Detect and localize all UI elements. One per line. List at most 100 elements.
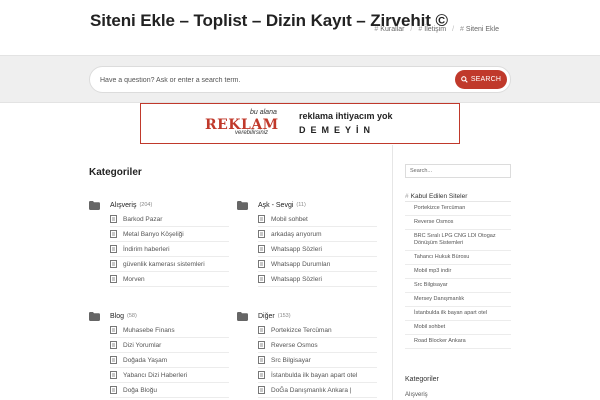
search-button-label: SEARCH bbox=[470, 76, 502, 83]
category-alisveris: Alışveriş (204) Barkod Pazar Metal Banyo… bbox=[89, 198, 229, 287]
list-item[interactable]: Whatsapp Sözleri bbox=[258, 242, 377, 257]
list-item[interactable]: Doğa Bloğu bbox=[110, 383, 229, 398]
accepted-site-item[interactable]: BRC Sıralı LPG CNG LDI Otogaz Dönüşüm Si… bbox=[405, 230, 511, 251]
nav-item-iletisim[interactable]: # İletişim bbox=[412, 26, 452, 33]
list-item[interactable]: Portekizce Tercüman bbox=[258, 323, 377, 338]
banner-left: bu alana REKLAM verebilirsiniz bbox=[205, 109, 295, 139]
folder-icon bbox=[89, 200, 100, 210]
category-count: (11) bbox=[296, 202, 306, 208]
accepted-site-item[interactable]: Tahancı Hukuk Bürosu bbox=[405, 251, 511, 265]
accepted-site-item[interactable]: Src Bilgisayar bbox=[405, 279, 511, 293]
list-item-label: Metal Banyo Köşeliği bbox=[123, 230, 184, 238]
document-icon bbox=[258, 371, 265, 379]
accepted-site-item[interactable]: Reverse Osmos bbox=[405, 216, 511, 230]
category-diger: Diğer (153) Portekizce Tercüman Reverse … bbox=[237, 309, 377, 398]
sidebar-accepted-title: # Kabul Edilen Siteler bbox=[405, 193, 467, 200]
list-item[interactable]: DoĞa Danışmanlık Ankara | bbox=[258, 383, 377, 398]
category-ask-sevgi: Aşk - Sevgi (11) Mobil sohbet arkadaş ar… bbox=[237, 198, 377, 287]
category-list: Mobil sohbet arkadaş arıyorum Whatsapp S… bbox=[258, 212, 377, 287]
list-item[interactable]: Mobil sohbet bbox=[258, 212, 377, 227]
list-item-label: Yabancı Dizi Haberleri bbox=[123, 371, 188, 379]
sidebar-accepted-title-label: Kabul Edilen Siteler bbox=[410, 193, 468, 200]
list-item-label: Doğada Yaşam bbox=[123, 356, 168, 364]
list-item[interactable]: Whatsapp Sözleri bbox=[258, 272, 377, 287]
list-item[interactable]: İstanbulda ilk bayan apart otel bbox=[258, 368, 377, 383]
document-icon bbox=[258, 230, 265, 238]
category-name: Aşk - Sevgi bbox=[258, 201, 294, 209]
category-head[interactable]: Alışveriş (204) bbox=[89, 198, 229, 212]
list-item[interactable]: Yabancı Dizi Haberleri bbox=[110, 368, 229, 383]
list-item[interactable]: Barkod Pazar bbox=[110, 212, 229, 227]
site-header: Siteni Ekle – Toplist – Dizin Kayıt – Zi… bbox=[0, 0, 600, 55]
document-icon bbox=[258, 386, 265, 394]
list-item-label: Doğa Bloğu bbox=[123, 386, 157, 394]
sidebar-category-item[interactable]: Alışveriş bbox=[405, 392, 428, 398]
nav-hash-icon: # bbox=[418, 26, 423, 33]
document-icon bbox=[258, 341, 265, 349]
category-name: Alışveriş bbox=[110, 201, 137, 209]
list-item[interactable]: arkadaş arıyorum bbox=[258, 227, 377, 242]
sidebar-divider bbox=[392, 145, 393, 400]
list-item[interactable]: Reverse Osmos bbox=[258, 338, 377, 353]
list-item-label: Morven bbox=[123, 275, 145, 283]
list-item-label: Portekizce Tercüman bbox=[271, 326, 332, 334]
category-list: Portekizce Tercüman Reverse Osmos Src Bi… bbox=[258, 323, 377, 398]
category-count: (204) bbox=[139, 202, 153, 208]
document-icon bbox=[110, 275, 117, 283]
list-item[interactable]: İndirim haberleri bbox=[110, 242, 229, 257]
category-count: (153) bbox=[277, 313, 291, 319]
list-item-label: Reverse Osmos bbox=[271, 341, 318, 349]
category-head[interactable]: Aşk - Sevgi (11) bbox=[237, 198, 377, 212]
document-icon bbox=[110, 215, 117, 223]
category-name: Blog bbox=[110, 312, 125, 320]
list-item-label: DoĞa Danışmanlık Ankara | bbox=[271, 386, 352, 394]
banner-right-line1: reklama ihtiyacım yok bbox=[299, 111, 393, 121]
accepted-site-item[interactable]: Mobil mp3 indir bbox=[405, 265, 511, 279]
list-item-label: Src Bilgisayar bbox=[271, 356, 311, 364]
accepted-site-item[interactable]: Road Blocker Ankara bbox=[405, 335, 511, 349]
list-item[interactable]: Metal Banyo Köşeliği bbox=[110, 227, 229, 242]
document-icon bbox=[110, 245, 117, 253]
accepted-site-item[interactable]: Portekizce Tercüman bbox=[405, 202, 511, 216]
nav-item-siteni-ekle[interactable]: # Siteni Ekle bbox=[454, 26, 505, 33]
sidebar-search-input[interactable] bbox=[405, 164, 511, 178]
category-name: Diğer bbox=[258, 312, 275, 320]
folder-icon bbox=[89, 311, 100, 321]
category-list: Muhasebe Finans Dizi Yorumlar Doğada Yaş… bbox=[110, 323, 229, 398]
list-item[interactable]: Src Bilgisayar bbox=[258, 353, 377, 368]
category-head[interactable]: Diğer (153) bbox=[237, 309, 377, 323]
list-item-label: Muhasebe Finans bbox=[123, 326, 175, 334]
accepted-site-item[interactable]: İstanbulda ilk bayan apart otel bbox=[405, 307, 511, 321]
list-item-label: güvenlik kamerası sistemleri bbox=[123, 260, 205, 268]
banner-small-bottom: verebilirsiniz bbox=[235, 130, 269, 136]
accepted-site-item[interactable]: Mersey Danışmanlık bbox=[405, 293, 511, 307]
list-item[interactable]: Dizi Yorumlar bbox=[110, 338, 229, 353]
search-box: SEARCH bbox=[89, 66, 511, 93]
category-blog: Blog (58) Muhasebe Finans Dizi Yorumlar … bbox=[89, 309, 229, 398]
list-item[interactable]: Whatsapp Durumları bbox=[258, 257, 377, 272]
list-item[interactable]: Muhasebe Finans bbox=[110, 323, 229, 338]
nav-hash-icon: # bbox=[460, 26, 464, 33]
category-head[interactable]: Blog (58) bbox=[89, 309, 229, 323]
list-item[interactable]: Morven bbox=[110, 272, 229, 287]
banner-right-line2: DEMEYİN bbox=[299, 125, 376, 135]
document-icon bbox=[110, 356, 117, 364]
accepted-site-item[interactable]: Mobil sohbet bbox=[405, 321, 511, 335]
document-icon bbox=[110, 326, 117, 334]
document-icon bbox=[110, 386, 117, 394]
search-button[interactable]: SEARCH bbox=[455, 70, 507, 89]
banner-right: reklama ihtiyacım yok DEMEYİN bbox=[299, 111, 393, 135]
list-item-label: Barkod Pazar bbox=[123, 215, 163, 223]
list-item-label: Whatsapp Sözleri bbox=[271, 245, 322, 253]
list-item-label: Mobil sohbet bbox=[271, 215, 308, 223]
search-input[interactable] bbox=[100, 73, 430, 87]
document-icon bbox=[258, 260, 265, 268]
banner-small-top: bu alana bbox=[250, 109, 277, 116]
document-icon bbox=[258, 326, 265, 334]
list-item[interactable]: güvenlik kamerası sistemleri bbox=[110, 257, 229, 272]
ad-banner[interactable]: bu alana REKLAM verebilirsiniz reklama i… bbox=[140, 103, 460, 144]
nav-item-kurallar[interactable]: # Kurallar bbox=[368, 26, 410, 33]
list-item[interactable]: Doğada Yaşam bbox=[110, 353, 229, 368]
top-nav: # Kurallar / # İletişim / # Siteni Ekle bbox=[368, 26, 505, 33]
nav-hash-icon: # bbox=[374, 26, 379, 33]
